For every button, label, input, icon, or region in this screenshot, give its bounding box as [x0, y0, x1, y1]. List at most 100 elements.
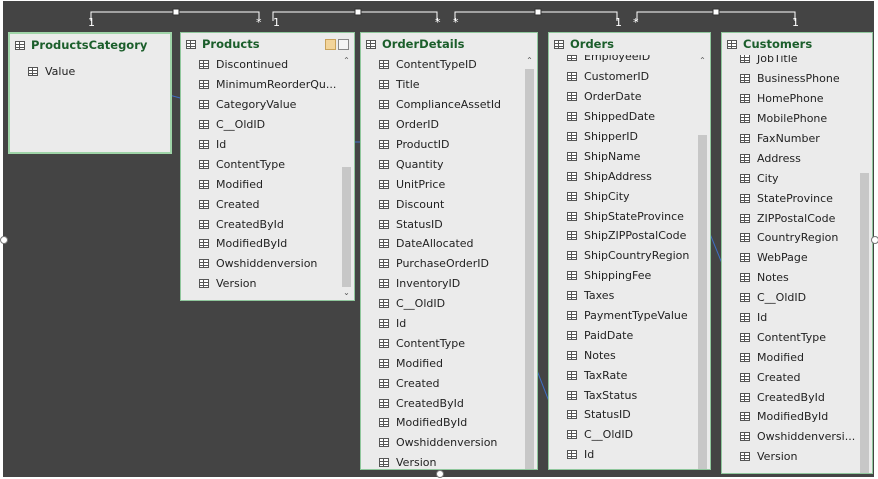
table-customers[interactable]: Customers JobTitleBusinessPhoneHomePhone…	[721, 32, 873, 474]
field-row[interactable]: ContentType	[181, 154, 340, 174]
field-row[interactable]: ModifiedById	[361, 413, 523, 433]
field-row[interactable]: MinimumReorderQu...	[181, 75, 340, 95]
scroll-thumb[interactable]	[698, 135, 707, 469]
table-header[interactable]: OrderDetails	[361, 33, 537, 55]
field-row[interactable]: Address	[722, 148, 858, 168]
scrollbar[interactable]: ⌃ ⌄	[341, 55, 352, 298]
field-row[interactable]: C__OldID	[361, 294, 523, 314]
table-header[interactable]: ProductsCategory	[10, 34, 170, 56]
table-orderdetails[interactable]: OrderDetails ContentTypeID Title Complianc…	[360, 32, 538, 470]
field-row[interactable]: ContentType	[722, 327, 858, 347]
field-row[interactable]: ComplianceAssetId	[361, 95, 523, 115]
field-row[interactable]: PaymentTypeValue	[549, 306, 696, 326]
field-row[interactable]: Quantity	[361, 154, 523, 174]
scroll-up-icon[interactable]: ⌃	[697, 56, 708, 66]
field-row[interactable]: Version	[722, 447, 858, 467]
scroll-thumb[interactable]	[342, 167, 351, 287]
field-row[interactable]: Modified	[722, 347, 858, 367]
field-row[interactable]: Notes	[722, 268, 858, 288]
field-row[interactable]: Modified	[181, 174, 340, 194]
field-row[interactable]: ShipZIPPostalCode	[549, 226, 696, 246]
field-row[interactable]: Id	[722, 308, 858, 328]
field-row[interactable]: CountryRegion	[722, 228, 858, 248]
field-row[interactable]: Version	[361, 453, 523, 469]
field-row[interactable]: MobilePhone	[722, 109, 858, 129]
expand-icon[interactable]	[338, 39, 349, 50]
highlight-icon[interactable]	[325, 39, 336, 50]
field-row[interactable]: Id	[549, 445, 696, 465]
field-row[interactable]: ShippingFee	[549, 266, 696, 286]
scroll-up-icon[interactable]: ⌃	[524, 56, 535, 66]
field-row[interactable]: BusinessPhone	[722, 69, 858, 89]
field-row[interactable]: C__OldID	[549, 425, 696, 445]
field-row[interactable]: ShipStateProvince	[549, 206, 696, 226]
field-row[interactable]: Owshiddenversion	[361, 433, 523, 453]
field-row[interactable]: StateProvince	[722, 188, 858, 208]
field-row[interactable]: ShipCity	[549, 186, 696, 206]
table-products[interactable]: Products Discontinued MinimumReorderQu...…	[180, 32, 355, 301]
field-row[interactable]: Id	[181, 135, 340, 155]
field-row[interactable]: ShippedDate	[549, 107, 696, 127]
field-row[interactable]: Version	[181, 274, 340, 294]
field-row[interactable]: Value	[10, 62, 170, 82]
field-row[interactable]: TaxStatus	[549, 385, 696, 405]
field-row[interactable]: Taxes	[549, 286, 696, 306]
field-row[interactable]: Discount	[361, 194, 523, 214]
scroll-up-icon[interactable]: ⌃	[341, 56, 352, 66]
field-row[interactable]: InventoryID	[361, 274, 523, 294]
field-row[interactable]: ProductID	[361, 135, 523, 155]
field-row[interactable]: StatusID	[549, 405, 696, 425]
resize-handle-right[interactable]	[871, 236, 878, 244]
scroll-thumb[interactable]	[525, 69, 534, 469]
field-row[interactable]: ModifiedById	[181, 234, 340, 254]
field-row[interactable]: Created	[181, 194, 340, 214]
field-label: CreatedById	[216, 217, 284, 231]
field-row[interactable]: C__OldID	[181, 115, 340, 135]
field-row[interactable]: Id	[361, 314, 523, 334]
field-row[interactable]: HomePhone	[722, 89, 858, 109]
field-row[interactable]: ContentType	[361, 333, 523, 353]
field-row[interactable]: FaxNumber	[722, 129, 858, 149]
field-row[interactable]: OrderID	[361, 115, 523, 135]
table-orders[interactable]: Orders EmployeeIDCustomerIDOrderDateShip…	[548, 32, 711, 470]
field-row[interactable]: ShipCountryRegion	[549, 246, 696, 266]
field-row[interactable]: ContentTypeID	[361, 55, 523, 75]
field-row[interactable]: CreatedById	[722, 387, 858, 407]
field-row[interactable]: Owshiddenversion	[181, 254, 340, 274]
scrollbar[interactable]: ⌃	[524, 55, 535, 469]
field-row[interactable]: Created	[361, 373, 523, 393]
field-row[interactable]: TaxRate	[549, 365, 696, 385]
field-row[interactable]: ZIPPostalCode	[722, 208, 858, 228]
field-row[interactable]: StatusID	[361, 214, 523, 234]
field-row[interactable]: Title	[361, 75, 523, 95]
field-row[interactable]: CreatedById	[181, 214, 340, 234]
field-row[interactable]: Created	[722, 367, 858, 387]
field-row[interactable]: City	[722, 168, 858, 188]
field-row[interactable]: ShipperID	[549, 127, 696, 147]
table-productscategory[interactable]: ProductsCategory Value	[8, 32, 172, 154]
field-row[interactable]: ShipAddress	[549, 166, 696, 186]
field-row[interactable]: PurchaseOrderID	[361, 254, 523, 274]
field-row[interactable]: DateAllocated	[361, 234, 523, 254]
scroll-down-icon[interactable]: ⌄	[341, 288, 352, 298]
field-row[interactable]: PaidDate	[549, 325, 696, 345]
field-row[interactable]: UnitPrice	[361, 174, 523, 194]
field-row[interactable]: Owshiddenversi...	[722, 427, 858, 447]
field-row[interactable]: Notes	[549, 345, 696, 365]
field-row[interactable]: ModifiedById	[722, 407, 858, 427]
field-row[interactable]: C__OldID	[722, 288, 858, 308]
scrollbar[interactable]	[859, 55, 870, 473]
field-row[interactable]: OrderDate	[549, 87, 696, 107]
field-row[interactable]: WebPage	[722, 248, 858, 268]
scroll-thumb[interactable]	[860, 173, 869, 473]
field-row[interactable]: Discontinued	[181, 55, 340, 75]
field-row[interactable]: ShipName	[549, 146, 696, 166]
field-row[interactable]: CustomerID	[549, 67, 696, 87]
diagram-area[interactable]: 1 * 1 * * 1 * 1 ProductsCategory Value P…	[3, 1, 874, 477]
resize-handle-left[interactable]	[0, 236, 8, 244]
scrollbar[interactable]: ⌃	[697, 55, 708, 469]
field-row[interactable]: CategoryValue	[181, 95, 340, 115]
field-row[interactable]: CreatedById	[361, 393, 523, 413]
resize-handle-bottom[interactable]	[436, 470, 444, 478]
field-row[interactable]: Modified	[361, 353, 523, 373]
